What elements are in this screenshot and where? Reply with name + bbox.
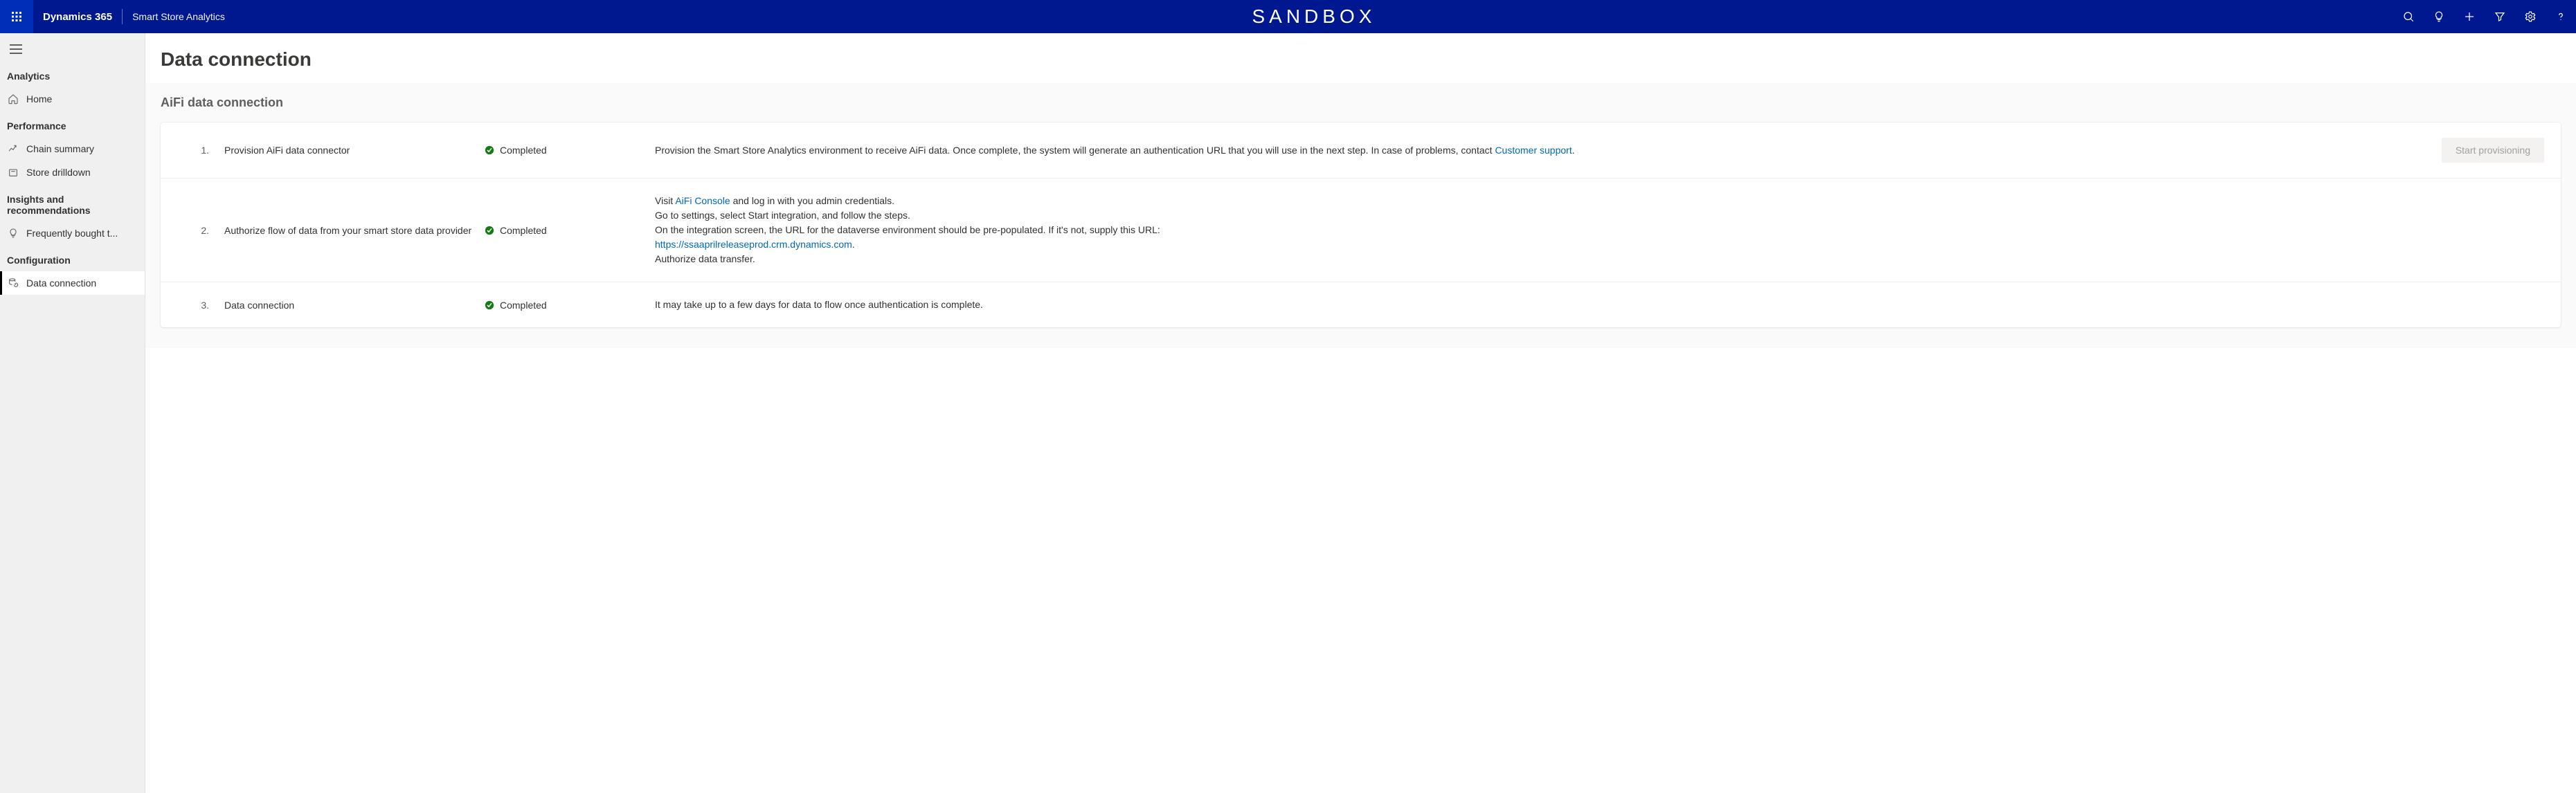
- checkmark-circle-icon: [485, 145, 494, 155]
- app-launcher-icon[interactable]: [0, 0, 33, 33]
- sidebar-item-chain-summary[interactable]: Chain summary: [0, 137, 145, 161]
- start-provisioning-button: Start provisioning: [2442, 138, 2544, 163]
- step-status: Completed: [485, 145, 644, 156]
- sidebar-item-label: Chain summary: [26, 143, 94, 154]
- sidebar-item-home[interactable]: Home: [0, 87, 145, 111]
- checkmark-circle-icon: [485, 226, 494, 235]
- checkmark-circle-icon: [485, 300, 494, 310]
- brand-label[interactable]: Dynamics 365: [33, 11, 122, 23]
- sidebar-group-insights: Insights and recommendations: [0, 184, 145, 221]
- filter-icon[interactable]: [2485, 0, 2515, 33]
- status-text: Completed: [500, 145, 547, 156]
- sidebar-item-label: Data connection: [26, 277, 96, 289]
- sidebar-item-store-drilldown[interactable]: Store drilldown: [0, 161, 145, 184]
- status-text: Completed: [500, 300, 547, 311]
- aifi-console-link[interactable]: AiFi Console: [675, 195, 730, 206]
- chart-line-icon: [7, 143, 19, 155]
- top-bar: Dynamics 365 Smart Store Analytics SANDB…: [0, 0, 2576, 33]
- steps-card: 1. Provision AiFi data connector Complet…: [161, 122, 2561, 327]
- customer-support-link[interactable]: Customer support: [1495, 145, 1571, 156]
- help-icon[interactable]: [2546, 0, 2576, 33]
- lightbulb-icon[interactable]: [2424, 0, 2454, 33]
- gear-icon[interactable]: [2515, 0, 2546, 33]
- app-name[interactable]: Smart Store Analytics: [123, 11, 235, 22]
- step-title: Provision AiFi data connector: [224, 145, 474, 156]
- step-row-2: 2. Authorize flow of data from your smar…: [161, 179, 2561, 282]
- store-icon: [7, 166, 19, 179]
- home-icon: [7, 93, 19, 105]
- search-icon[interactable]: [2393, 0, 2424, 33]
- step-number: 2.: [177, 225, 213, 236]
- environment-badge: SANDBOX: [1252, 6, 1376, 28]
- header-actions: [2393, 0, 2576, 33]
- page-title: Data connection: [161, 48, 2576, 71]
- step-row-1: 1. Provision AiFi data connector Complet…: [161, 122, 2561, 179]
- step-description: It may take up to a few days for data to…: [655, 298, 2395, 312]
- step-row-3: 3. Data connection Completed It may take…: [161, 282, 2561, 327]
- step-description: Provision the Smart Store Analytics envi…: [655, 143, 2395, 158]
- step-number: 1.: [177, 145, 213, 156]
- sidebar-toggle-icon[interactable]: [0, 37, 145, 61]
- lightbulb-icon: [7, 227, 19, 239]
- step-title: Authorize flow of data from your smart s…: [224, 225, 474, 236]
- step-title: Data connection: [224, 300, 474, 311]
- sidebar-item-label: Home: [26, 93, 52, 104]
- sidebar-group-configuration: Configuration: [0, 245, 145, 271]
- sidebar-item-frequently-bought[interactable]: Frequently bought t...: [0, 221, 145, 245]
- sidebar: Analytics Home Performance Chain summary…: [0, 33, 145, 793]
- sidebar-item-data-connection[interactable]: Data connection: [0, 271, 145, 295]
- database-sync-icon: [7, 277, 19, 289]
- sidebar-group-analytics: Analytics: [0, 61, 145, 87]
- status-text: Completed: [500, 225, 547, 236]
- step-status: Completed: [485, 300, 644, 311]
- section-title: AiFi data connection: [161, 95, 2561, 110]
- step-status: Completed: [485, 225, 644, 236]
- step-description: Visit AiFi Console and log in with you a…: [655, 194, 2395, 266]
- sidebar-item-label: Store drilldown: [26, 167, 91, 178]
- sidebar-group-performance: Performance: [0, 111, 145, 137]
- step-number: 3.: [177, 300, 213, 311]
- main-content: Data connection AiFi data connection 1. …: [145, 33, 2576, 793]
- add-icon[interactable]: [2454, 0, 2485, 33]
- dataverse-url-link[interactable]: https://ssaaprilreleaseprod.crm.dynamics…: [655, 239, 852, 250]
- sidebar-item-label: Frequently bought t...: [26, 228, 118, 239]
